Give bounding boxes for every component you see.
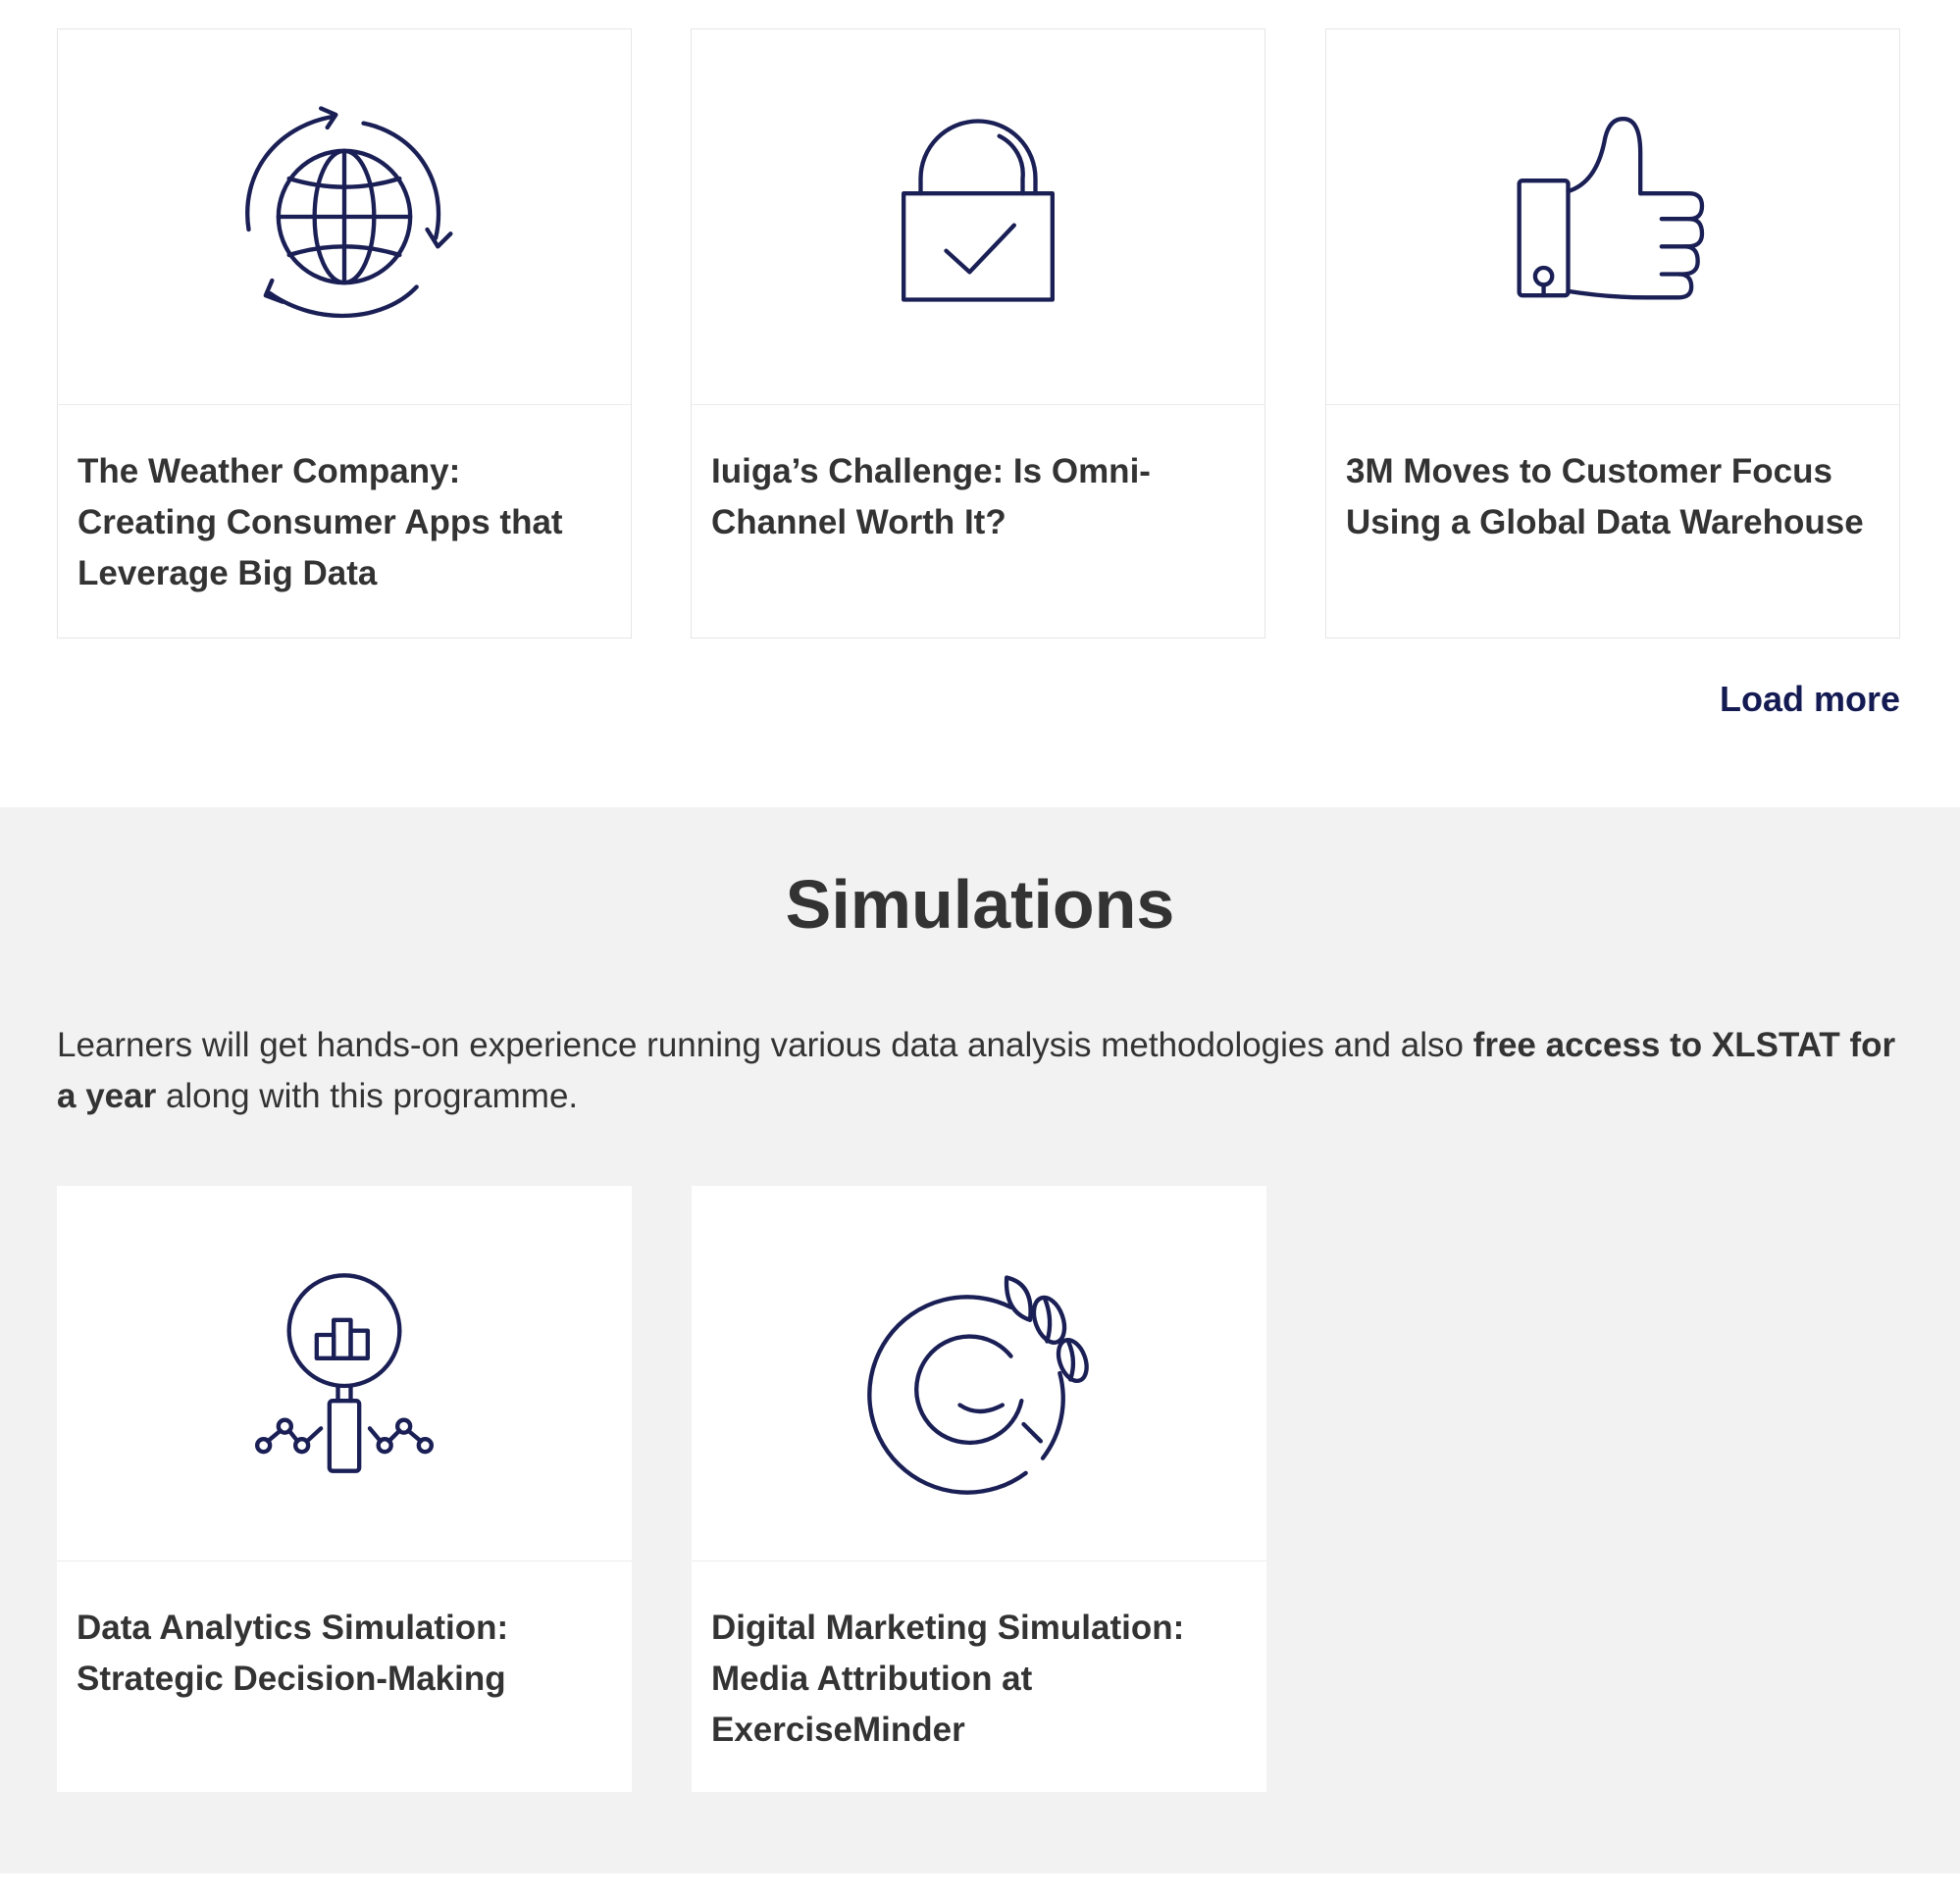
card-title[interactable]: Digital Marketing Simulation: Media Attr… [711,1603,1241,1756]
card-title[interactable]: The Weather Company: Creating Consumer A… [77,446,607,599]
intro-text: Learners will get hands-on experience ru… [57,1026,1473,1064]
simulation-card[interactable]: Data Analytics Simulation: Strategic Dec… [57,1186,632,1792]
card-image [57,1186,632,1561]
padlock-check-icon [902,119,1055,302]
case-study-card[interactable]: The Weather Company: Creating Consumer A… [57,28,632,639]
intro-text-end: along with this programme. [156,1077,579,1115]
thumbs-up-icon [1517,117,1705,300]
coffee-cup-icon [867,1275,1089,1495]
card-image [692,1186,1266,1561]
case-study-card[interactable]: Iuiga’s Challenge: Is Omni-Channel Worth… [691,28,1265,639]
section-intro: Learners will get hands-on experience ru… [57,1020,1901,1122]
card-title[interactable]: 3M Moves to Customer Focus Using a Globa… [1346,446,1876,548]
simulation-card[interactable]: Digital Marketing Simulation: Media Attr… [692,1186,1266,1792]
load-more-button[interactable]: Load more [1720,679,1900,720]
card-image [692,29,1264,405]
case-study-card[interactable]: 3M Moves to Customer Focus Using a Globa… [1325,28,1900,639]
card-title[interactable]: Iuiga’s Challenge: Is Omni-Channel Worth… [711,446,1241,548]
section-title: Simulations [785,866,1175,943]
card-image [58,29,631,405]
card-title[interactable]: Data Analytics Simulation: Strategic Dec… [77,1603,606,1705]
magnifier-chart-icon [255,1273,434,1473]
globe-cycle-icon [245,106,453,319]
card-image [1326,29,1899,405]
case-studies-section: The Weather Company: Creating Consumer A… [0,0,1960,807]
